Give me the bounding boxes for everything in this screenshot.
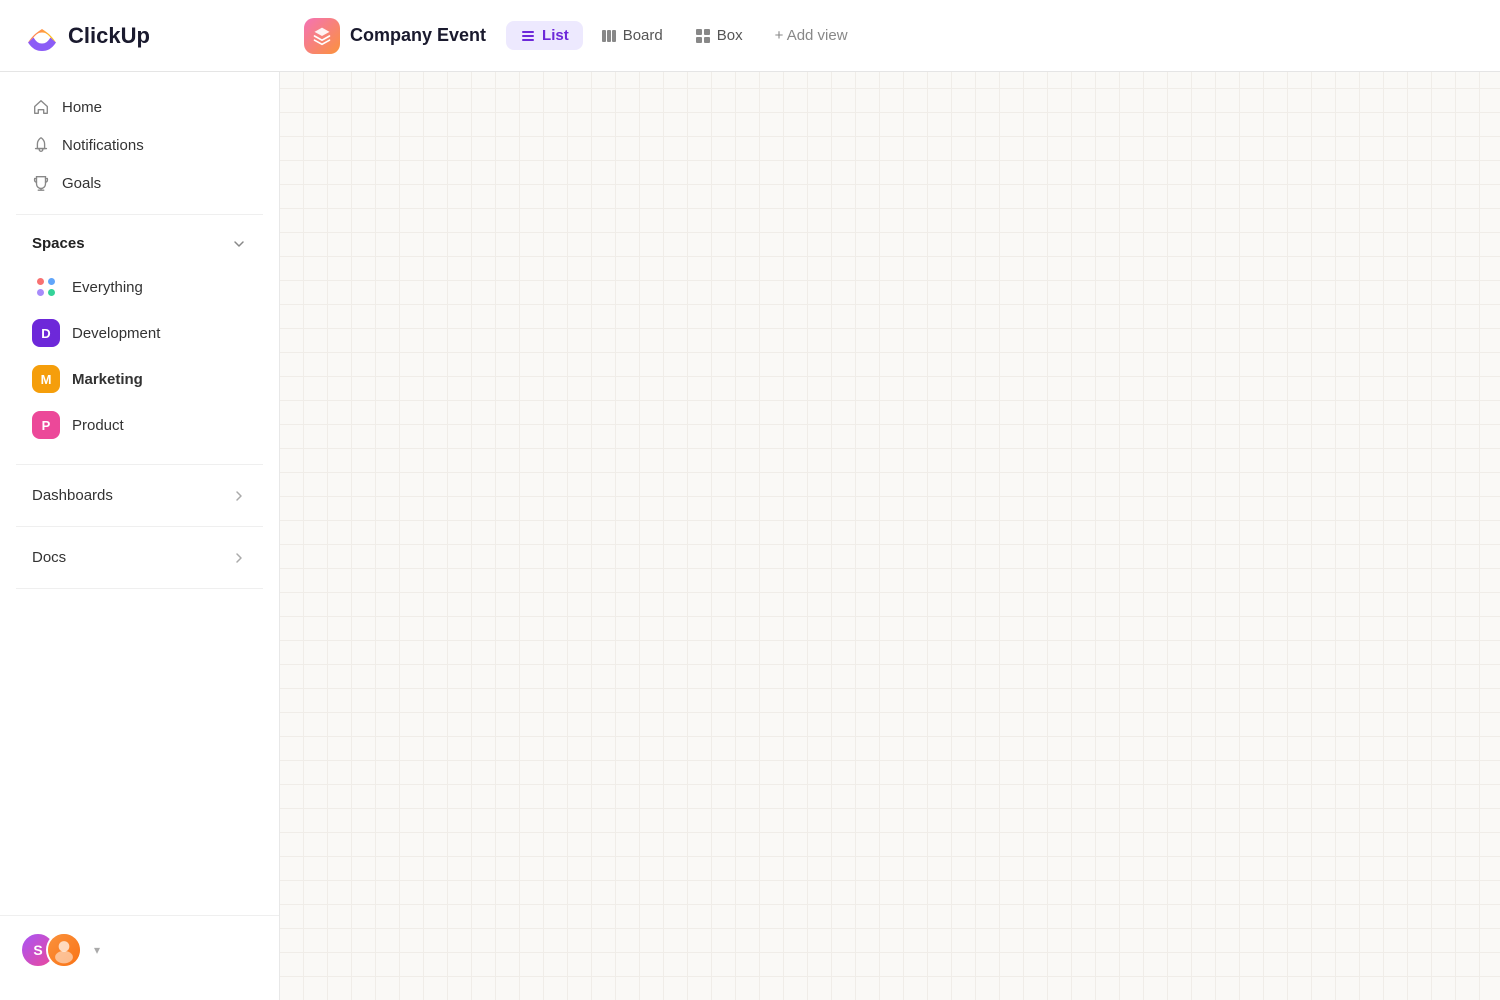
- sidebar-item-product[interactable]: P Product: [8, 402, 271, 448]
- dashboards-label: Dashboards: [32, 487, 113, 504]
- logo-area: ClickUp: [24, 18, 304, 54]
- sidebar-divider-1: [16, 214, 263, 215]
- space-everything-label: Everything: [72, 279, 143, 296]
- tab-list-label: List: [542, 27, 569, 44]
- sidebar-divider-3: [16, 526, 263, 527]
- tab-list[interactable]: List: [506, 21, 583, 50]
- spaces-title: Spaces: [32, 235, 85, 252]
- main-content: [280, 72, 1500, 1000]
- sidebar-goals-label: Goals: [62, 175, 101, 192]
- add-view-button[interactable]: + Add view: [761, 21, 862, 50]
- product-avatar: P: [32, 411, 60, 439]
- project-header: Company Event: [304, 18, 486, 54]
- view-tabs: List Board Box: [506, 21, 862, 50]
- user-initials: S: [33, 942, 42, 958]
- clickup-logo-icon: [24, 18, 60, 54]
- space-marketing-label: Marketing: [72, 371, 143, 388]
- spaces-list: Everything D Development M Marketing P P…: [0, 260, 279, 452]
- app-name: ClickUp: [68, 23, 150, 49]
- sidebar-item-everything[interactable]: Everything: [8, 264, 271, 310]
- tab-board[interactable]: Board: [587, 21, 677, 50]
- header: ClickUp Company Event List: [0, 0, 1500, 72]
- tab-box-label: Box: [717, 27, 743, 44]
- docs-label: Docs: [32, 549, 66, 566]
- space-product-label: Product: [72, 417, 124, 434]
- marketing-avatar: M: [32, 365, 60, 393]
- box-view-icon: [695, 28, 711, 44]
- sidebar-item-notifications[interactable]: Notifications: [8, 126, 271, 164]
- sidebar-item-development[interactable]: D Development: [8, 310, 271, 356]
- chevron-right-docs-icon: [231, 550, 247, 566]
- sidebar-divider-4: [16, 588, 263, 589]
- chevron-down-icon: [231, 236, 247, 252]
- home-icon: [32, 98, 50, 116]
- docs-left: Docs: [32, 549, 66, 566]
- sidebar-item-home[interactable]: Home: [8, 88, 271, 126]
- chevron-right-icon: [231, 488, 247, 504]
- list-view-icon: [520, 28, 536, 44]
- sidebar-notifications-label: Notifications: [62, 137, 144, 154]
- sidebar-item-marketing[interactable]: M Marketing: [8, 356, 271, 402]
- spaces-section-header[interactable]: Spaces: [8, 227, 271, 260]
- sidebar-bottom: S: [0, 915, 279, 984]
- user-photo-icon: [48, 932, 80, 968]
- tab-board-label: Board: [623, 27, 663, 44]
- space-development-label: Development: [72, 325, 160, 342]
- user-menu-chevron: ▾: [94, 943, 100, 957]
- project-name: Company Event: [350, 25, 486, 46]
- project-icon: [304, 18, 340, 54]
- add-view-label: + Add view: [775, 27, 848, 44]
- sidebar-home-label: Home: [62, 99, 102, 116]
- sidebar-item-docs[interactable]: Docs: [8, 539, 271, 576]
- trophy-icon: [32, 174, 50, 192]
- sidebar-item-goals[interactable]: Goals: [8, 164, 271, 202]
- bell-icon: [32, 136, 50, 154]
- everything-icon: [32, 273, 60, 301]
- user-avatar-img: [46, 932, 82, 968]
- development-avatar: D: [32, 319, 60, 347]
- board-view-icon: [601, 28, 617, 44]
- user-avatars[interactable]: S: [20, 932, 82, 968]
- sidebar: Home Notifications Goals Spaces: [0, 72, 280, 1000]
- sidebar-item-dashboards[interactable]: Dashboards: [8, 477, 271, 514]
- dashboards-left: Dashboards: [32, 487, 113, 504]
- tab-box[interactable]: Box: [681, 21, 757, 50]
- app-body: Home Notifications Goals Spaces: [0, 72, 1500, 1000]
- topbar: Company Event List Board: [304, 18, 1476, 54]
- sidebar-divider-2: [16, 464, 263, 465]
